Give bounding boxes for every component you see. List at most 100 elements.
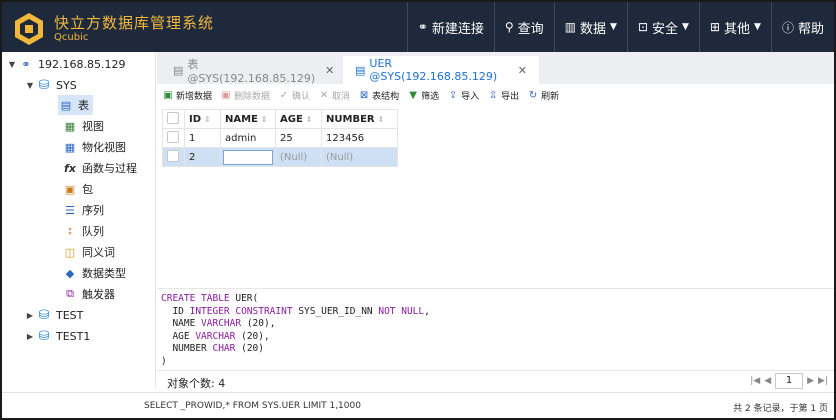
status-sql: SELECT _PROWID,* FROM SYS.UER LIMIT 1,10… [144,401,361,411]
tree-item-tables[interactable]: ▤ 表 [58,95,93,115]
cell-number[interactable]: 123456 [321,128,398,148]
table-structure-button[interactable]: ⊠ 表结构 [358,89,399,102]
export-button[interactable]: ⇫ 导出 [487,89,519,102]
ddl-text: ) [161,355,167,367]
cell-name-editing[interactable] [220,147,276,167]
delete-data-button[interactable]: ▣ 删除数据 [220,89,270,102]
object-count-bar: 对象个数: 4 |◀ ◀ 1 ▶ ▶| [157,370,834,390]
qcubic-logo-icon [15,13,43,45]
expand-arrow-icon[interactable]: ▼ [24,81,36,90]
object-tree: ▼ ⚭ 192.168.85.129 ▼ ⛁ SYS ▤ 表 ▦ 视图 ▦ 物化… [2,52,156,388]
sequence-icon: ☰ [65,203,75,217]
tree-item-sequences[interactable]: ☰ 序列 [62,200,104,220]
nav-data[interactable]: ▥ 数据 ▼ [553,2,627,52]
tree-item-triggers[interactable]: ⧉ 触发器 [62,284,115,304]
nav-label: 安全 [652,21,679,37]
checkbox[interactable] [167,111,179,124]
cell-edit-input[interactable] [223,149,273,165]
collapse-arrow-icon[interactable]: ▶ [24,311,36,320]
filter-button[interactable]: ▼ 筛选 [407,89,439,102]
prev-page-icon[interactable]: ◀ [764,376,771,386]
column-header-age[interactable]: AGE ⇕ [275,109,322,129]
cell-name[interactable]: admin [220,128,276,148]
tree-item-queues[interactable]: ⦂ 队列 [62,221,104,241]
nav-query[interactable]: ⚲ 查询 [493,2,554,52]
cancel-button[interactable]: ✕ 取消 [318,89,350,102]
tab-tables-sys[interactable]: ▤ 表 @SYS(192.168.85.129) ✕ [161,56,339,85]
sort-icon[interactable]: ⇕ [378,115,385,124]
caret-down-icon: ▼ [682,22,689,32]
import-button[interactable]: ⇪ 导入 [447,89,479,102]
table-row[interactable]: 2 (Null) (Null) [162,147,398,167]
tree-item-synonyms[interactable]: ◫ 同义词 [62,242,115,262]
delete-data-icon: ▣ [221,89,231,101]
sort-icon[interactable]: ⇕ [261,115,268,124]
refresh-icon: ↻ [528,89,538,101]
tree-item-views[interactable]: ▦ 视图 [62,116,104,136]
select-all-cell[interactable] [162,109,185,129]
tree-item-functions[interactable]: fx 函数与过程 [62,158,137,178]
queue-icon: ⦂ [68,224,72,237]
ddl-keyword: VARCHAR [195,330,236,342]
app-header: 快立方数据库管理系统 Qcubic ⚭ 新建连接 ⚲ 查询 ▥ 数据 ▼ ⊡ 安… [2,2,834,52]
page-number-input[interactable]: 1 [775,373,804,389]
database-icon: ⛁ [38,307,50,323]
nav-other[interactable]: ⊞ 其他 ▼ [698,2,771,52]
ddl-text: AGE [161,330,196,342]
tree-schema-test1[interactable]: ▶ ⛁ TEST1 [24,326,90,346]
add-data-button[interactable]: ▣ 新增数据 [162,89,212,102]
close-icon[interactable]: ✕ [518,64,527,77]
grid-icon: ⊞ [709,20,721,34]
database-icon: ⛁ [38,328,50,344]
ddl-text: (20), [241,318,276,330]
search-icon: ⚲ [504,20,514,34]
column-header-number[interactable]: NUMBER ⇕ [321,109,398,129]
nav-help[interactable]: ⓘ 帮助 [770,2,834,52]
app-subtitle: Qcubic [54,32,89,43]
link-icon: ⚭ [417,20,428,34]
table-structure-icon: ⊠ [359,89,369,101]
ddl-text: UER( [229,293,259,304]
tree-connection[interactable]: ▼ ⚭ 192.168.85.129 [6,54,126,74]
tree-schema-test[interactable]: ▶ ⛁ TEST [24,305,83,325]
status-bar: SELECT _PROWID,* FROM SYS.UER LIMIT 1,10… [2,392,834,418]
tab-uer-sys[interactable]: ▤ UER @SYS(192.168.85.129) ✕ [343,56,539,84]
checkbox[interactable] [167,130,179,143]
tree-schema-sys[interactable]: ▼ ⛁ SYS [24,75,77,95]
row-select-cell[interactable] [162,128,185,148]
help-icon: ⓘ [781,20,794,35]
materialized-view-icon: ▦ [64,140,76,154]
cell-age[interactable]: 25 [275,128,322,148]
cell-number[interactable]: (Null) [321,147,398,167]
last-page-icon[interactable]: ▶| [818,376,828,386]
ddl-keyword: INTEGER CONSTRAINT [189,305,293,317]
next-page-icon[interactable]: ▶ [807,376,814,386]
sort-icon[interactable]: ⇕ [306,115,313,124]
add-data-icon: ▣ [163,89,173,101]
table-icon: ▤ [60,98,72,112]
cell-id[interactable]: 1 [184,128,221,148]
sort-icon[interactable]: ⇕ [204,115,211,124]
column-header-name[interactable]: NAME ⇕ [220,109,276,129]
tree-item-packages[interactable]: ▣ 包 [62,179,93,199]
expand-arrow-icon[interactable]: ▼ [6,60,18,69]
confirm-button[interactable]: ✓ 确认 [278,89,310,102]
row-select-cell[interactable] [162,147,185,167]
app-window: 快立方数据库管理系统 Qcubic ⚭ 新建连接 ⚲ 查询 ▥ 数据 ▼ ⊡ 安… [2,2,834,418]
chart-icon: ▥ [564,20,577,34]
ddl-text: (20) [235,343,264,355]
nav-new-connection[interactable]: ⚭ 新建连接 [406,2,494,52]
table-row[interactable]: 1 admin 25 123456 [162,128,398,148]
column-header-id[interactable]: ID ⇕ [184,109,221,129]
checkbox[interactable] [167,149,179,162]
column-header-label: NAME [225,113,258,125]
tree-item-materialized-views[interactable]: ▦ 物化视图 [62,137,126,157]
cell-id[interactable]: 2 [184,147,221,167]
nav-security[interactable]: ⊡ 安全 ▼ [626,2,699,52]
refresh-button[interactable]: ↻ 刷新 [527,89,559,102]
collapse-arrow-icon[interactable]: ▶ [24,332,36,341]
tree-item-datatypes[interactable]: ◆ 数据类型 [62,263,126,283]
close-icon[interactable]: ✕ [325,64,334,77]
first-page-icon[interactable]: |◀ [750,376,760,386]
cell-age[interactable]: (Null) [275,147,322,167]
